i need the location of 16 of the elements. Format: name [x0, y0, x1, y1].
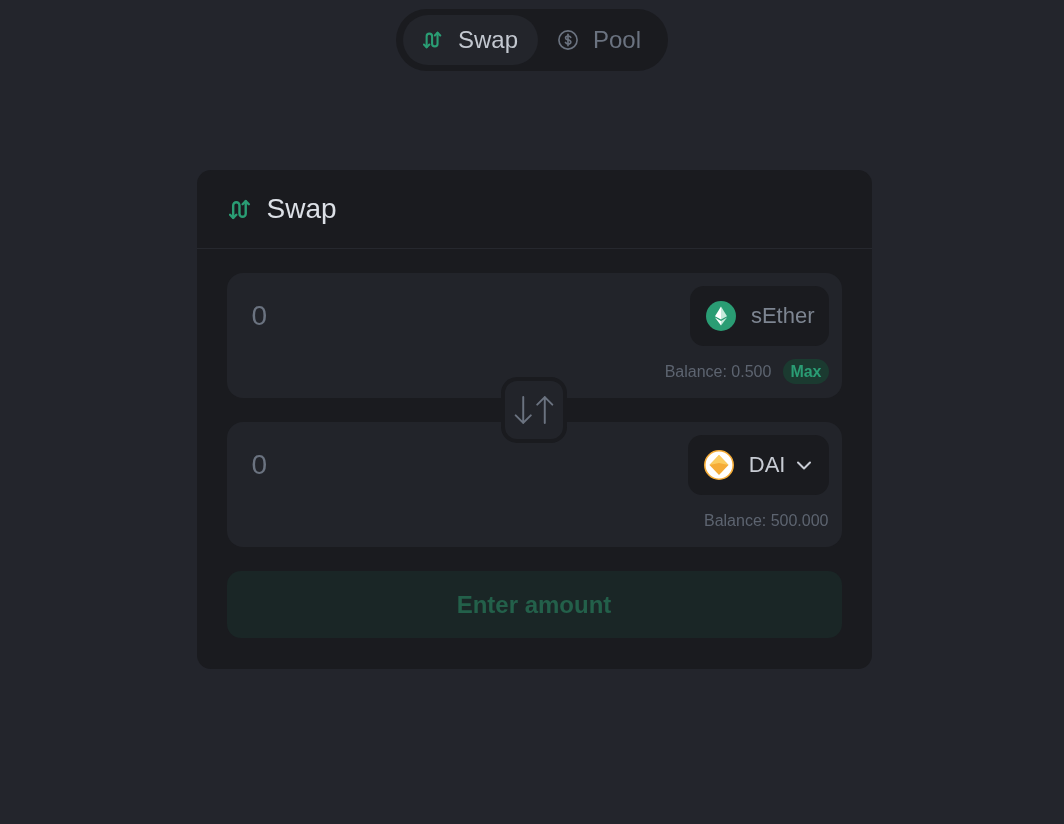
card-title: Swap [266, 193, 337, 225]
up-down-arrows-icon [514, 396, 554, 424]
amount-field[interactable]: 0 [251, 294, 512, 338]
balance-label: Balance: 500.000 [703, 511, 829, 530]
nav-tab[interactable]: Swap [402, 15, 538, 65]
swap-arrows-icon [422, 30, 443, 50]
swap-arrows-icon [228, 197, 252, 221]
token-icon [705, 301, 736, 331]
nav-tab[interactable]: Pool [538, 15, 662, 65]
token-select-button[interactable]: DAI [687, 435, 829, 495]
token-icon [703, 450, 734, 480]
balance-label: Balance: 0.500 [664, 362, 772, 381]
dollar-circle-icon [558, 30, 578, 50]
amount-field[interactable]: 0 [251, 443, 512, 487]
chevron-down-icon [796, 460, 811, 470]
max-button[interactable]: Max [783, 359, 829, 384]
